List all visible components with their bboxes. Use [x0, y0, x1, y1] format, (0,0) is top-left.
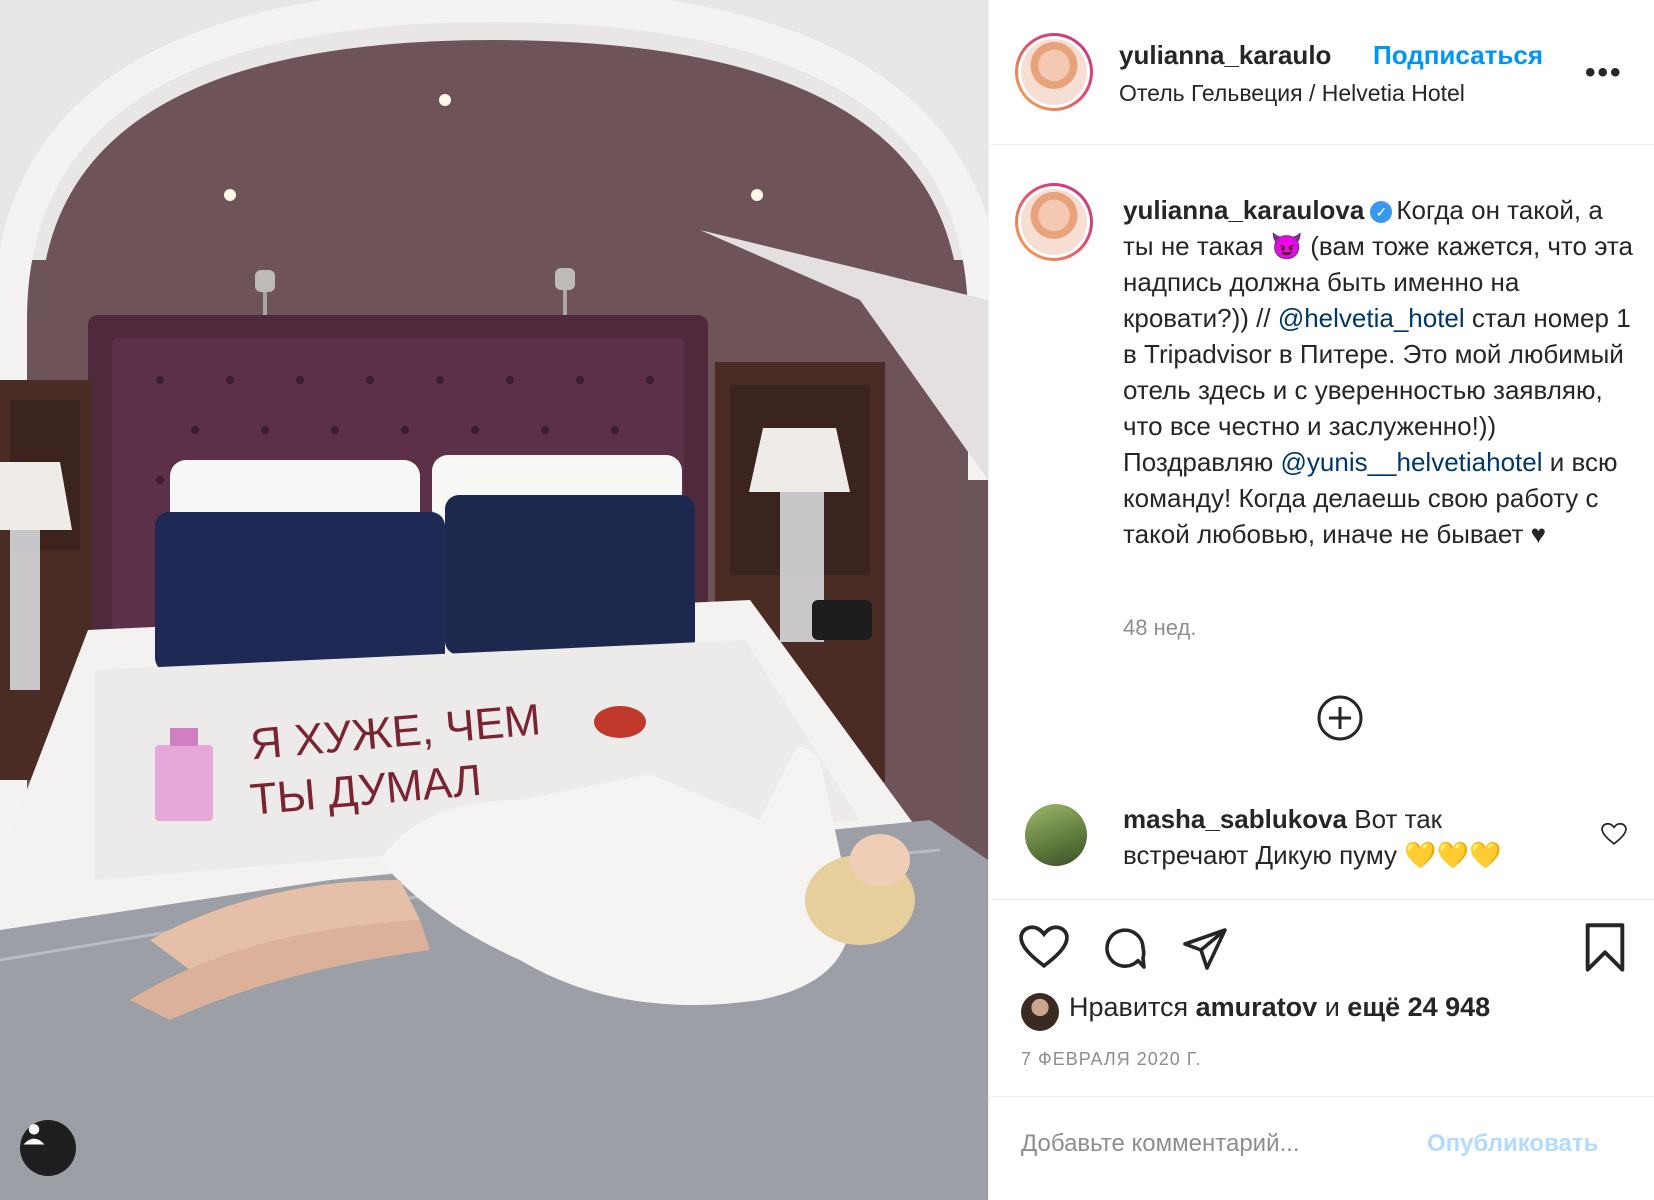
- devil-emoji: 😈: [1270, 231, 1304, 261]
- bookmark-icon: [1585, 923, 1625, 972]
- likes-prefix: Нравится: [1069, 992, 1196, 1022]
- verified-icon: ✓: [1370, 201, 1393, 223]
- comment-box-divider: [989, 1096, 1654, 1097]
- comment-like-button[interactable]: [1601, 822, 1627, 851]
- instagram-post: Я ХУЖЕ, ЧЕМ ТЫ ДУМАЛ yulianna_karaulo По…: [0, 0, 1654, 1200]
- heart-icon: [1019, 925, 1069, 969]
- post-photo[interactable]: Я ХУЖЕ, ЧЕМ ТЫ ДУМАЛ: [0, 0, 988, 1200]
- liker-avatar[interactable]: [1021, 993, 1059, 1031]
- likes-summary[interactable]: Нравится amuratov и ещё 24 948: [1069, 992, 1490, 1023]
- commenter-avatar[interactable]: [1025, 804, 1087, 866]
- actions-divider: [989, 899, 1654, 900]
- plus-circle-icon: [1317, 695, 1363, 741]
- load-more-comments-button[interactable]: [1316, 694, 1364, 747]
- post-caption: yulianna_karaulova ✓ Когда он такой, а ты …: [1123, 192, 1633, 552]
- comment-input[interactable]: Добавьте комментарий...: [1021, 1130, 1299, 1158]
- header-username[interactable]: yulianna_karaulo: [1119, 40, 1331, 71]
- more-icon[interactable]: •••: [1585, 56, 1623, 90]
- user-tag-button[interactable]: [20, 1120, 76, 1176]
- comment-emojis: 💛💛💛: [1404, 840, 1502, 870]
- share-icon: [1183, 928, 1227, 970]
- heart-icon: [1601, 822, 1627, 845]
- follow-button[interactable]: Подписаться: [1373, 40, 1543, 71]
- publish-button[interactable]: Опубликовать: [1427, 1130, 1598, 1158]
- author-avatar[interactable]: [1015, 33, 1093, 111]
- mention-link-yunis[interactable]: @yunis__helvetiahotel: [1281, 447, 1543, 477]
- post-date[interactable]: 7 ФЕВРАЛЯ 2020 Г.: [1021, 1049, 1201, 1070]
- likes-middle: и: [1317, 992, 1348, 1022]
- comment-username[interactable]: masha_sablukova: [1123, 804, 1347, 834]
- caption-avatar[interactable]: [1015, 183, 1093, 261]
- caption-time[interactable]: 48 нед.: [1123, 615, 1196, 641]
- save-button[interactable]: [1583, 922, 1627, 979]
- header-divider: [989, 144, 1654, 145]
- post-side-panel: yulianna_karaulo Подписаться Отель Гельв…: [988, 0, 1654, 1200]
- bedroom-photo: Я ХУЖЕ, ЧЕМ ТЫ ДУМАЛ: [0, 0, 988, 1200]
- user-tag-icon: [23, 1124, 45, 1145]
- liker-username[interactable]: amuratov: [1196, 992, 1318, 1022]
- like-button[interactable]: [1019, 924, 1069, 975]
- likes-count[interactable]: ещё 24 948: [1347, 992, 1490, 1022]
- location-link[interactable]: Отель Гельвеция / Helvetia Hotel: [1119, 80, 1465, 107]
- comment-button[interactable]: [1101, 924, 1149, 977]
- caption-username[interactable]: yulianna_karaulova: [1123, 195, 1364, 225]
- share-button[interactable]: [1181, 924, 1229, 977]
- comment: masha_sablukova Вот так встречают Дикую …: [1123, 801, 1563, 873]
- comment-icon: [1105, 928, 1146, 969]
- heart-glyph: ♥: [1530, 519, 1547, 549]
- mention-link-helvetia-hotel[interactable]: @helvetia_hotel: [1278, 303, 1465, 333]
